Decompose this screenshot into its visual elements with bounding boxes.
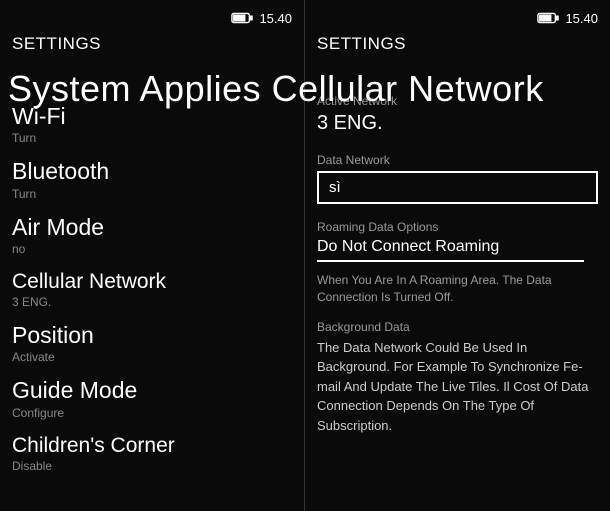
settings-item-position[interactable]: Position Activate <box>12 323 292 364</box>
background-data-description: The Data Network Could Be Used In Backgr… <box>317 338 598 436</box>
active-network-value: 3 ENG. <box>317 112 598 135</box>
roaming-option-select[interactable]: Do Not Connect Roaming <box>317 238 584 262</box>
roaming-help-text: When You Are In A Roaming Area. The Data… <box>317 272 598 306</box>
status-time: 15.40 <box>259 11 292 26</box>
right-panel: 15.40 SETTINGS Active Network 3 ENG. Dat… <box>305 0 610 511</box>
settings-item-childrens-corner[interactable]: Children's Corner Disable <box>12 434 292 473</box>
item-subtitle: Configure <box>12 406 292 420</box>
item-title: Wi-Fi <box>12 104 292 129</box>
detail-section: Active Network 3 ENG. Data Network sì Ro… <box>317 94 598 435</box>
roaming-options-label: Roaming Data Options <box>317 220 598 234</box>
status-bar-right: 15.40 <box>317 8 598 28</box>
item-title: Children's Corner <box>12 434 292 457</box>
item-title: Position <box>12 323 292 348</box>
left-panel: 15.40 SETTINGS Wi-Fi Turn Bluetooth Turn… <box>0 0 305 511</box>
active-network-label: Active Network <box>317 94 598 108</box>
data-network-label: Data Network <box>317 153 598 167</box>
item-subtitle: 3 ENG. <box>12 295 292 309</box>
item-title: Air Mode <box>12 215 292 240</box>
data-network-select[interactable]: sì <box>317 171 598 204</box>
battery-icon <box>231 12 253 24</box>
settings-list: Wi-Fi Turn Bluetooth Turn Air Mode no Ce… <box>12 104 292 473</box>
settings-item-bluetooth[interactable]: Bluetooth Turn <box>12 159 292 200</box>
status-bar-left: 15.40 <box>12 8 292 28</box>
item-subtitle: Activate <box>12 350 292 364</box>
item-title: Cellular Network <box>12 270 292 293</box>
status-time: 15.40 <box>565 11 598 26</box>
roaming-option-value: Do Not Connect Roaming <box>317 238 499 255</box>
settings-header-left: SETTINGS <box>12 34 292 54</box>
battery-icon <box>537 12 559 24</box>
settings-item-guide-mode[interactable]: Guide Mode Configure <box>12 378 292 419</box>
item-subtitle: Turn <box>12 187 292 201</box>
settings-item-wifi[interactable]: Wi-Fi Turn <box>12 104 292 145</box>
background-data-label: Background Data <box>317 320 598 334</box>
settings-item-air-mode[interactable]: Air Mode no <box>12 215 292 256</box>
item-subtitle: no <box>12 242 292 256</box>
settings-item-cellular[interactable]: Cellular Network 3 ENG. <box>12 270 292 309</box>
item-title: Guide Mode <box>12 378 292 403</box>
data-network-value: sì <box>329 179 341 196</box>
item-subtitle: Turn <box>12 131 292 145</box>
item-title: Bluetooth <box>12 159 292 184</box>
item-subtitle: Disable <box>12 459 292 473</box>
settings-header-right: SETTINGS <box>317 34 598 54</box>
